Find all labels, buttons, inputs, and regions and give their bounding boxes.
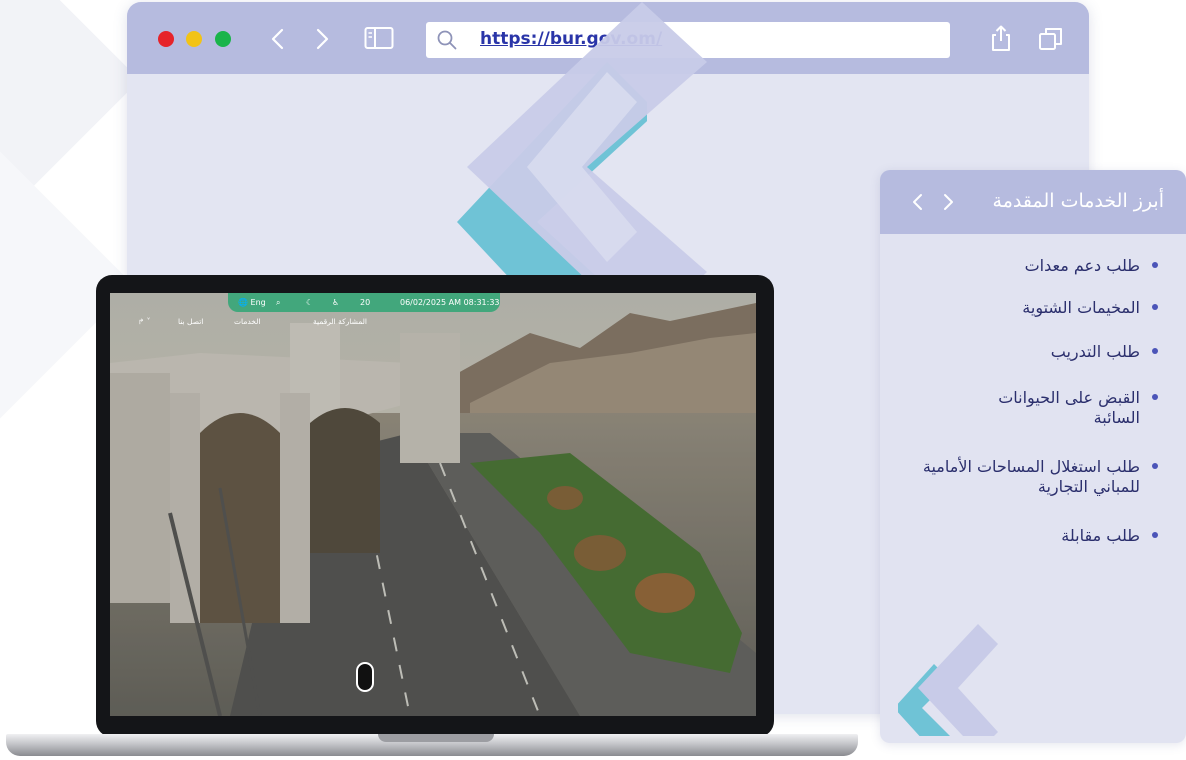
list-item[interactable]: طلب دعم معدات <box>888 256 1158 276</box>
close-window-button[interactable] <box>158 31 174 47</box>
dark-mode-icon[interactable]: ☾ <box>306 293 313 312</box>
chevron-right-icon[interactable] <box>310 24 334 54</box>
site-nav: ↱ ˅ اتصل بنا الخدمات المشاركة الرقمية <box>138 317 658 331</box>
list-item[interactable]: طلب التدريب <box>888 342 1158 362</box>
laptop-display: 🌐 Eng ⌕ ☾ ♿ 20 06/02/2025 AM 08:31:33 ↱ … <box>110 293 756 716</box>
decorative-chevron-icon <box>527 72 637 262</box>
bullet-icon <box>1152 347 1158 354</box>
scroll-indicator-icon[interactable] <box>356 662 374 692</box>
list-item[interactable]: طلب مقابلة <box>888 526 1158 546</box>
decorative-chevron-icon <box>898 624 998 736</box>
nav-services[interactable]: الخدمات <box>234 317 261 326</box>
chevron-left-icon[interactable] <box>266 24 290 54</box>
list-item[interactable]: طلب استغلال المساحات الأمامية للمباني ال… <box>888 457 1158 497</box>
datetime-readout: 06/02/2025 AM 08:31:33 <box>400 298 500 307</box>
list-item[interactable]: المخيمات الشتوية <box>888 298 1158 318</box>
temperature-readout: 20 <box>360 298 371 307</box>
services-card: أبرز الخدمات المقدمة طلب دعم معدات المخي… <box>880 170 1186 743</box>
list-item[interactable]: القبض على الحيوانات السائبة <box>888 388 1158 428</box>
tabs-icon[interactable] <box>1038 26 1064 52</box>
bur-gate-photo <box>110 293 756 716</box>
accessibility-icon[interactable]: ♿ <box>332 293 339 312</box>
laptop-notch <box>378 734 494 742</box>
search-icon <box>437 30 457 50</box>
sidebar-icon[interactable] <box>364 26 394 50</box>
language-toggle[interactable]: 🌐 Eng <box>238 293 266 312</box>
maximize-window-button[interactable] <box>215 31 231 47</box>
nav-contact[interactable]: اتصل بنا <box>178 317 203 326</box>
site-search-icon[interactable]: ⌕ <box>276 293 280 312</box>
bullet-icon <box>1152 393 1158 400</box>
nav-digital[interactable]: المشاركة الرقمية <box>313 317 367 326</box>
bullet-icon <box>1152 462 1158 469</box>
bullet-icon <box>1152 531 1158 538</box>
bullet-icon <box>1152 303 1158 310</box>
nav-arrow-icon[interactable]: ↱ ˅ <box>138 317 150 326</box>
minimize-window-button[interactable] <box>186 31 202 47</box>
site-topbar: 🌐 Eng ⌕ ☾ ♿ 20 06/02/2025 AM 08:31:33 <box>228 293 500 312</box>
bullet-icon <box>1152 261 1158 268</box>
share-icon[interactable] <box>988 24 1014 52</box>
